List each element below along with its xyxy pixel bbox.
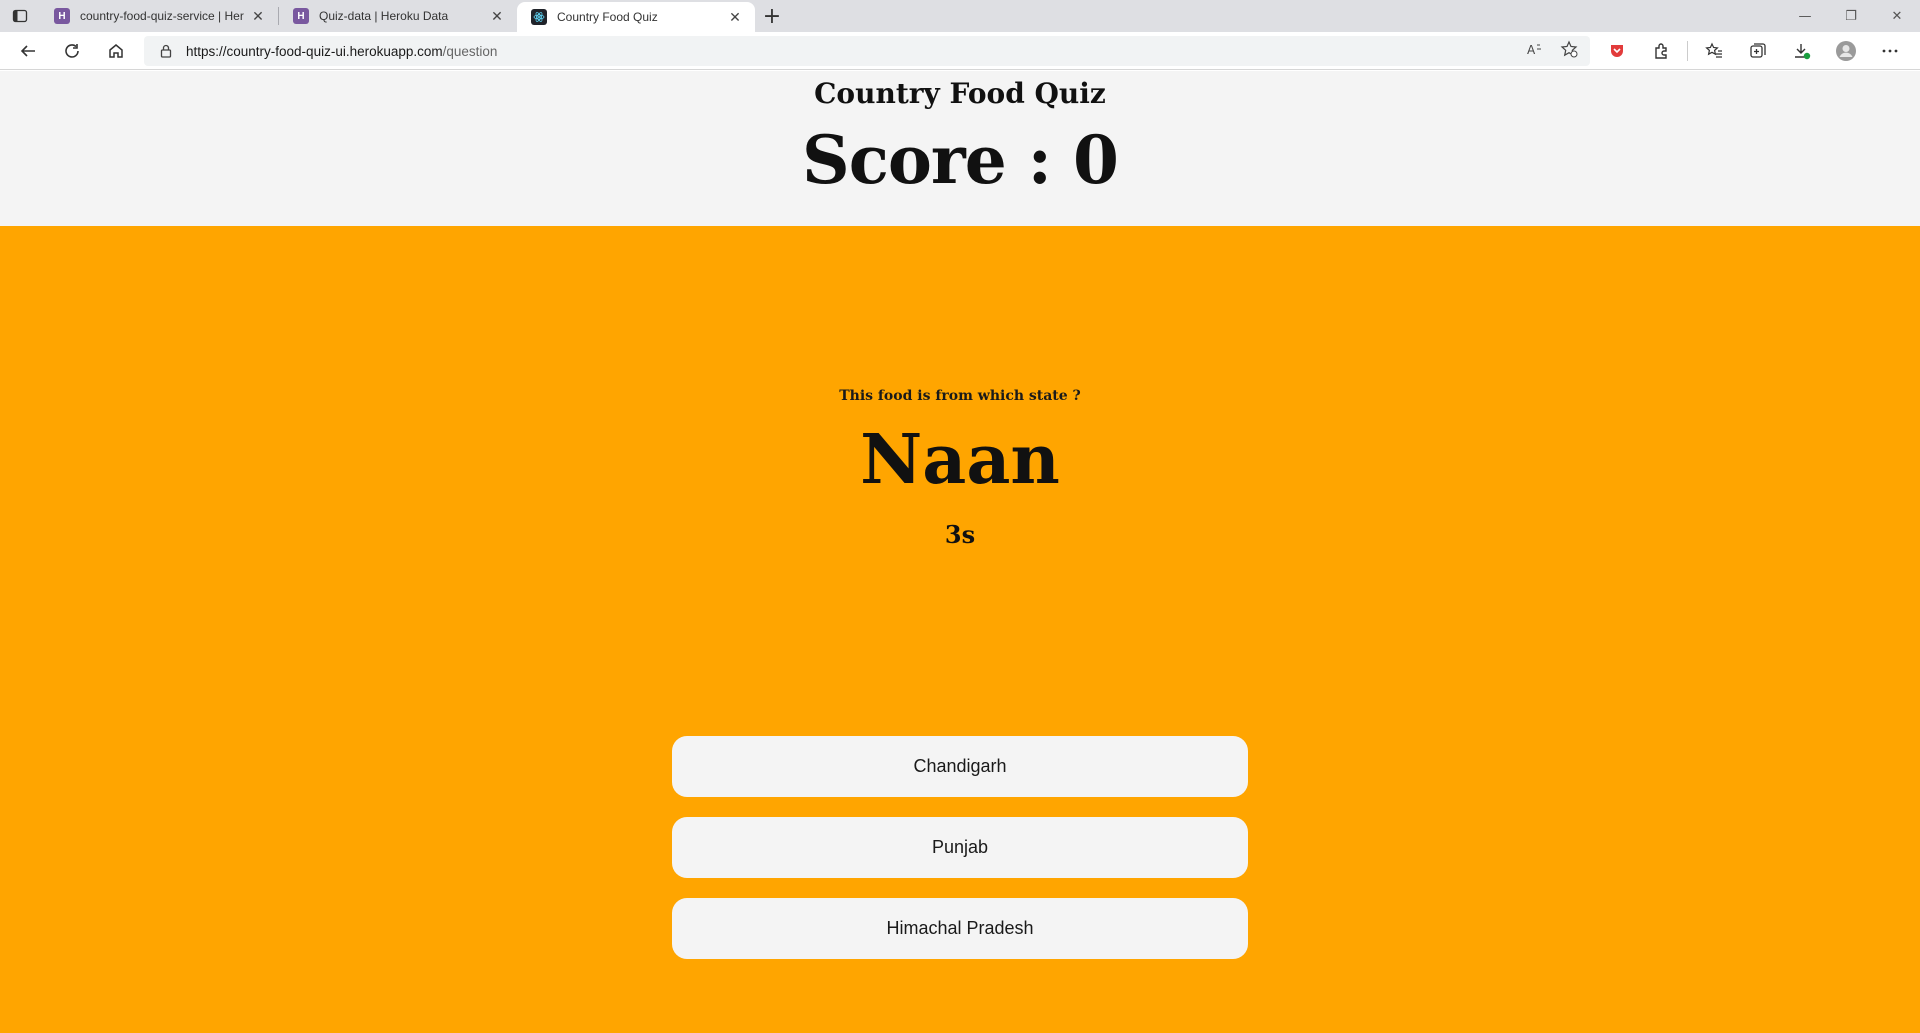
- quiz-header: Country Food Quiz Score : 0: [0, 71, 1920, 226]
- minimize-icon[interactable]: —: [1782, 0, 1828, 32]
- app-title: Country Food Quiz: [814, 77, 1106, 110]
- tab-title: country-food-quiz-service | Hero: [80, 9, 244, 23]
- restore-icon[interactable]: ❐: [1828, 0, 1874, 32]
- browser-toolbar: https://country-food-quiz-ui.herokuapp.c…: [0, 32, 1920, 70]
- tab-title: Quiz-data | Heroku Data: [319, 9, 449, 23]
- answer-options: Chandigarh Punjab Himachal Pradesh: [672, 736, 1248, 979]
- profile-avatar-icon[interactable]: [1824, 32, 1868, 70]
- answer-option-himachal-pradesh[interactable]: Himachal Pradesh: [672, 898, 1248, 959]
- toolbar-actions: [1595, 32, 1912, 70]
- score-display: Score : 0: [802, 121, 1119, 199]
- food-name: Naan: [860, 420, 1060, 500]
- tab-actions-icon[interactable]: [0, 0, 40, 32]
- tab-quiz-data[interactable]: H Quiz-data | Heroku Data ✕: [279, 0, 517, 32]
- new-tab-icon[interactable]: +: [755, 0, 789, 32]
- toolbar-divider: [1687, 41, 1688, 61]
- extension-shield-icon[interactable]: [1595, 32, 1639, 70]
- tab-country-food-quiz[interactable]: Country Food Quiz ✕: [517, 2, 755, 32]
- extensions-icon[interactable]: [1639, 32, 1683, 70]
- read-aloud-icon[interactable]: A: [1526, 41, 1544, 61]
- react-icon: [531, 9, 547, 25]
- answer-option-chandigarh[interactable]: Chandigarh: [672, 736, 1248, 797]
- favorites-icon[interactable]: [1692, 32, 1736, 70]
- quiz-area: This food is from which state ? Naan 3s …: [0, 226, 1920, 1033]
- home-icon[interactable]: [94, 32, 138, 70]
- tab-country-food-quiz-service[interactable]: H country-food-quiz-service | Hero ✕: [40, 0, 278, 32]
- lock-icon[interactable]: [158, 43, 174, 59]
- collections-icon[interactable]: [1736, 32, 1780, 70]
- reload-icon[interactable]: [50, 32, 94, 70]
- heroku-icon: H: [54, 8, 70, 24]
- close-tab-icon[interactable]: ✕: [489, 8, 505, 25]
- answer-option-punjab[interactable]: Punjab: [672, 817, 1248, 878]
- address-bar[interactable]: https://country-food-quiz-ui.herokuapp.c…: [144, 36, 1590, 66]
- tab-title: Country Food Quiz: [557, 10, 658, 24]
- close-tab-icon[interactable]: ✕: [727, 9, 743, 26]
- add-favorite-icon[interactable]: [1560, 40, 1578, 62]
- more-menu-icon[interactable]: [1868, 32, 1912, 70]
- heroku-icon: H: [293, 8, 309, 24]
- url-path: /question: [442, 43, 498, 59]
- url-text[interactable]: https://country-food-quiz-ui.herokuapp.c…: [186, 44, 1526, 59]
- back-icon[interactable]: [6, 32, 50, 70]
- downloads-icon[interactable]: [1780, 32, 1824, 70]
- close-window-icon[interactable]: ✕: [1874, 0, 1920, 32]
- browser-tab-strip: H country-food-quiz-service | Hero ✕ H Q…: [0, 0, 1920, 32]
- question-text: This food is from which state ?: [839, 388, 1081, 404]
- url-main: https://country-food-quiz-ui.herokuapp.c…: [186, 43, 443, 59]
- countdown-timer: 3s: [944, 520, 976, 549]
- close-tab-icon[interactable]: ✕: [250, 8, 266, 25]
- svg-text:A: A: [1527, 43, 1536, 57]
- window-controls: — ❐ ✕: [1782, 0, 1920, 32]
